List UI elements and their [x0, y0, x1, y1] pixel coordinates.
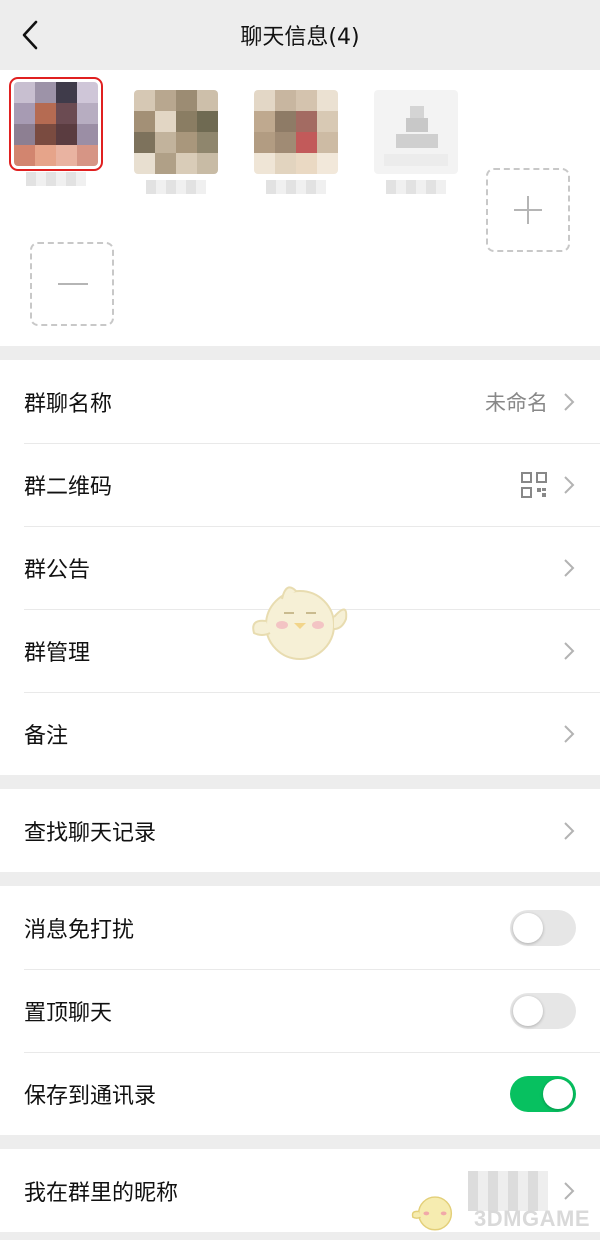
member-name-blurred	[26, 172, 86, 186]
avatar-mosaic-1	[14, 82, 98, 166]
avatar[interactable]	[254, 90, 338, 174]
watermark-text: 3DMGAME	[474, 1206, 590, 1231]
toggle-knob	[513, 912, 543, 943]
member-avatar-4[interactable]	[374, 90, 458, 194]
sticky-row: 置顶聊天	[0, 969, 600, 1052]
chevron-right-icon	[564, 821, 575, 840]
mute-toggle[interactable]	[510, 909, 576, 946]
group-name-label: 群聊名称	[24, 391, 113, 417]
chevron-right-icon	[564, 558, 575, 577]
minus-icon	[58, 283, 88, 285]
group-settings: 群聊名称 未命名 群二维码 群公告 群管理 备注	[0, 360, 600, 775]
mascot-watermark-icon	[252, 586, 348, 660]
plus-icon	[514, 196, 542, 224]
nickname-value-blurred	[468, 1170, 548, 1211]
chevron-right-icon	[564, 392, 575, 411]
remark-label: 备注	[24, 723, 69, 749]
avatar[interactable]	[9, 77, 103, 171]
group-qr-label: 群二维码	[24, 474, 113, 500]
member-name-blurred	[266, 180, 326, 194]
member-avatar-1[interactable]	[9, 77, 103, 186]
sticky-toggle[interactable]	[510, 992, 576, 1029]
avatar-mosaic-3	[254, 90, 338, 174]
search-history-label: 查找聊天记录	[24, 820, 157, 846]
toggle-section: 消息免打扰 置顶聊天 保存到通讯录	[0, 886, 600, 1135]
qr-code-icon	[521, 471, 547, 498]
member-name-blurred	[146, 180, 206, 194]
search-history-row[interactable]: 查找聊天记录	[0, 789, 600, 872]
nickname-label: 我在群里的昵称	[24, 1180, 179, 1206]
chevron-right-icon	[564, 724, 575, 743]
group-qr-row[interactable]: 群二维码	[0, 443, 600, 526]
add-member-button[interactable]	[486, 168, 570, 252]
toggle-knob	[543, 1078, 573, 1109]
mute-row: 消息免打扰	[0, 886, 600, 969]
mascot-small-icon	[411, 1196, 453, 1231]
search-section: 查找聊天记录	[0, 789, 600, 872]
member-grid	[0, 70, 600, 346]
member-name-blurred	[386, 180, 446, 194]
chevron-right-icon	[564, 1181, 575, 1200]
chevron-right-icon	[564, 475, 575, 494]
back-arrow-icon[interactable]	[16, 18, 46, 52]
avatar-mosaic-2	[134, 90, 218, 174]
remark-row[interactable]: 备注	[0, 692, 600, 775]
member-avatar-3[interactable]	[254, 90, 338, 194]
member-avatar-2[interactable]	[134, 90, 218, 194]
group-name-value: 未命名	[485, 390, 548, 415]
nav-bar: 聊天信息(4)	[0, 0, 600, 70]
group-name-row[interactable]: 群聊名称 未命名	[0, 360, 600, 443]
avatar[interactable]	[134, 90, 218, 174]
avatar[interactable]	[374, 90, 458, 174]
chevron-right-icon	[564, 641, 575, 660]
save-contacts-label: 保存到通讯录	[24, 1083, 157, 1109]
page-title: 聊天信息(4)	[240, 25, 360, 50]
save-contacts-row: 保存到通讯录	[0, 1052, 600, 1135]
save-contacts-toggle[interactable]	[510, 1075, 576, 1112]
mute-label: 消息免打扰	[24, 917, 135, 943]
avatar-mosaic-4	[374, 90, 458, 174]
sticky-label: 置顶聊天	[24, 1000, 113, 1026]
toggle-knob	[513, 995, 543, 1026]
remove-member-button[interactable]	[30, 242, 114, 326]
